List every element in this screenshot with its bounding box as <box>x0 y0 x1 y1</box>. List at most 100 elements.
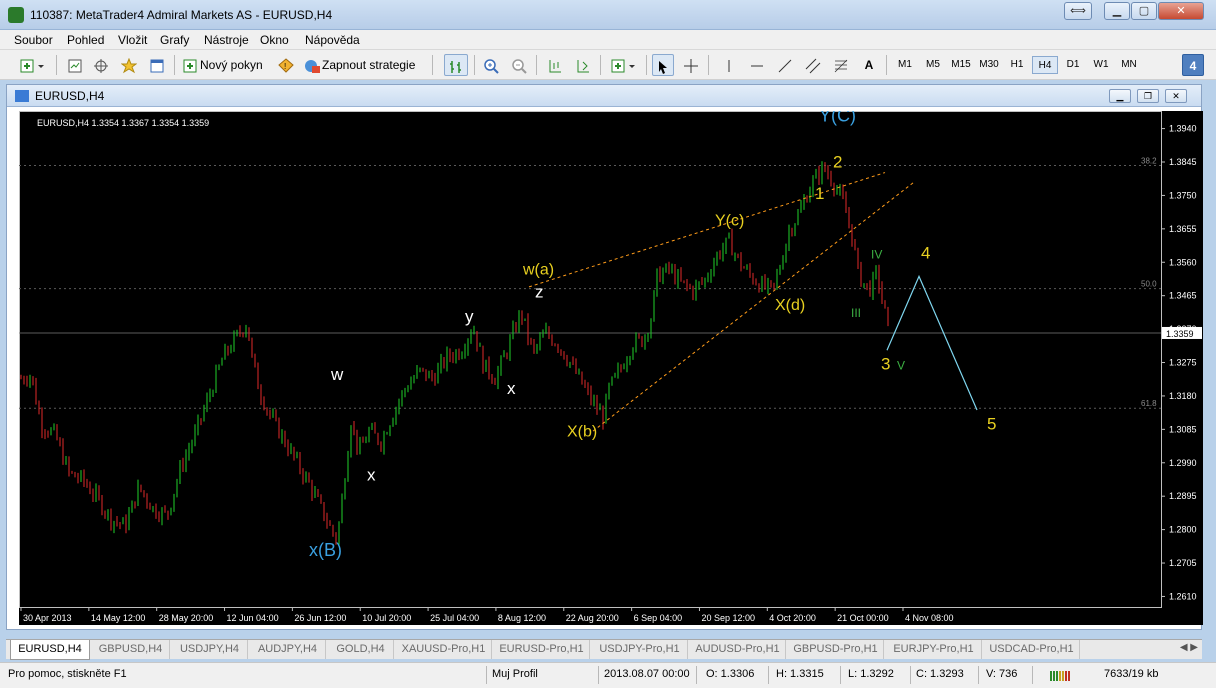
y-tick-label: 1.2610 <box>1169 591 1197 601</box>
new-chart-button[interactable] <box>16 54 50 76</box>
timeframe-d1[interactable]: D1 <box>1060 56 1086 74</box>
connection-bars-icon <box>1050 671 1070 681</box>
tab-scroll-arrows[interactable]: ◀ ▶ <box>1180 642 1198 653</box>
timeframe-mn[interactable]: MN <box>1116 56 1142 74</box>
chart-close-button[interactable]: ✕ <box>1165 89 1187 103</box>
x-tick-label: 28 May 20:00 <box>159 613 214 623</box>
tab-audusd-pro-h1[interactable]: AUDUSD-Pro,H1 <box>690 640 786 659</box>
tab-xauusd-pro-h1[interactable]: XAUUSD-Pro,H1 <box>396 640 492 659</box>
navigator-button[interactable] <box>118 54 140 76</box>
text-tool-button[interactable]: A <box>858 54 880 76</box>
equidistant-channel-button[interactable] <box>802 54 824 76</box>
autotrading-button[interactable]: Zapnout strategie <box>302 54 424 76</box>
auto-scroll-button[interactable] <box>544 54 566 76</box>
tab-usdcad-pro-h1[interactable]: USDCAD-Pro,H1 <box>984 640 1080 659</box>
autotrading-label: Zapnout strategie <box>322 58 416 72</box>
bar-chart-button[interactable] <box>444 54 468 76</box>
tab-gold-h4[interactable]: GOLD,H4 <box>328 640 394 659</box>
vertical-line-button[interactable] <box>718 54 740 76</box>
timeframe-m5[interactable]: M5 <box>920 56 946 74</box>
fibonacci-button[interactable] <box>830 54 852 76</box>
maximize-button[interactable]: ▢ <box>1131 2 1157 20</box>
x-tick-label: 12 Jun 04:00 <box>227 613 279 623</box>
menu-bar: Soubor Pohled Vložit Grafy Nástroje Okno… <box>0 30 1216 50</box>
window-title: 110387: MetaTrader4 Admiral Markets AS -… <box>30 8 333 22</box>
x-tick-label: 20 Sep 12:00 <box>701 613 755 623</box>
status-separator <box>1032 666 1033 684</box>
menu-vlozit[interactable]: Vložit <box>118 33 147 47</box>
timeframe-w1[interactable]: W1 <box>1088 56 1114 74</box>
timeframe-h4[interactable]: H4 <box>1032 56 1058 74</box>
menu-okno[interactable]: Okno <box>260 33 289 47</box>
tab-eurusd-pro-h1[interactable]: EURUSD-Pro,H1 <box>494 640 590 659</box>
tab-audjpy-h4[interactable]: AUDJPY,H4 <box>250 640 326 659</box>
y-tick-label: 1.3275 <box>1169 358 1197 368</box>
alert-button[interactable]: ! <box>276 54 296 76</box>
trendline <box>528 172 886 288</box>
price-chart-svg[interactable]: 38.2 50.0 61.8 Y(C) 21 Y(c) IV 4 w(a) z X(d) III y 3… <box>19 111 1203 625</box>
title-bar: 110387: MetaTrader4 Admiral Markets AS -… <box>0 0 1216 30</box>
terminal-button[interactable] <box>146 54 168 76</box>
wave-label: 4 <box>921 244 930 263</box>
trendline-icon <box>778 59 792 73</box>
status-separator <box>486 666 487 684</box>
status-separator <box>978 666 979 684</box>
timeframe-m1[interactable]: M1 <box>892 56 918 74</box>
menu-pohled[interactable]: Pohled <box>67 33 104 47</box>
horizontal-line-button[interactable] <box>746 54 768 76</box>
chart-restore-button[interactable]: ❐ <box>1137 89 1159 103</box>
chart-shift-button[interactable] <box>572 54 594 76</box>
status-profile: Muj Profil <box>492 668 538 680</box>
toolbar-separator <box>432 55 433 75</box>
status-high: H: 1.3315 <box>776 668 824 680</box>
trendline-button[interactable] <box>774 54 796 76</box>
expert-advisor-icon <box>305 59 320 73</box>
menu-soubor[interactable]: Soubor <box>14 33 53 47</box>
y-tick-label: 1.3180 <box>1169 391 1197 401</box>
status-bar: Pro pomoc, stiskněte F1 Muj Profil 2013.… <box>0 662 1216 688</box>
resize-arrows-button[interactable]: ⟺ <box>1064 2 1092 20</box>
price-chart[interactable]: 38.2 50.0 61.8 Y(C) 2 1 Y(c) IV 4 w(a) z X(d) III y 3… <box>19 111 1203 625</box>
zoom-out-button[interactable] <box>508 54 530 76</box>
tab-gbpusd-h4[interactable]: GBPUSD,H4 <box>92 640 170 659</box>
metatrader-app-icon <box>8 7 24 23</box>
zoom-in-button[interactable] <box>480 54 502 76</box>
crosshair-tool-button[interactable] <box>680 54 702 76</box>
cursor-tool-button[interactable] <box>652 54 674 76</box>
market-watch-button[interactable] <box>90 54 112 76</box>
chart-tabs: EURUSD,H4 GBPUSD,H4 USDJPY,H4 AUDJPY,H4 … <box>6 639 1202 660</box>
indicators-button[interactable] <box>608 54 640 76</box>
timeframe-m15[interactable]: M15 <box>948 56 974 74</box>
tab-eurusd-h4[interactable]: EURUSD,H4 <box>10 640 90 660</box>
timeframe-h1[interactable]: H1 <box>1004 56 1030 74</box>
menu-nastroje[interactable]: Nástroje <box>204 33 249 47</box>
chart-minimize-button[interactable]: ▁ <box>1109 89 1131 103</box>
minimize-button[interactable]: ▁ <box>1104 2 1130 20</box>
tab-usdjpy-pro-h1[interactable]: USDJPY-Pro,H1 <box>592 640 688 659</box>
status-open: O: 1.3306 <box>706 668 755 680</box>
x-tick-label: 22 Aug 20:00 <box>566 613 619 623</box>
new-order-button[interactable]: Nový pokyn <box>182 54 272 76</box>
tab-gbpusd-pro-h1[interactable]: GBPUSD-Pro,H1 <box>788 640 884 659</box>
toolbar-separator <box>474 55 475 75</box>
menu-napoveda[interactable]: Nápověda <box>305 33 360 47</box>
wave-label: x <box>507 379 516 398</box>
y-tick-label: 1.3845 <box>1169 157 1197 167</box>
chart-shift-icon <box>577 59 589 73</box>
profiles-button[interactable] <box>64 54 86 76</box>
close-button[interactable]: ✕ <box>1158 2 1204 20</box>
timeframe-m30[interactable]: M30 <box>976 56 1002 74</box>
x-tick-label: 4 Nov 08:00 <box>905 613 954 623</box>
new-order-icon <box>183 59 197 73</box>
tab-usdjpy-h4[interactable]: USDJPY,H4 <box>172 640 248 659</box>
x-tick-label: 4 Oct 20:00 <box>769 613 816 623</box>
tab-eurjpy-pro-h1[interactable]: EURJPY-Pro,H1 <box>886 640 982 659</box>
notification-badge[interactable]: 4 <box>1182 54 1204 76</box>
fibonacci-level-label: 38.2 <box>1141 157 1157 166</box>
x-tick-label: 10 Jul 20:00 <box>362 613 411 623</box>
y-tick-label: 1.3465 <box>1169 291 1197 301</box>
fibonacci-level-label: 61.8 <box>1141 399 1157 408</box>
wave-label: V <box>897 359 905 373</box>
menu-grafy[interactable]: Grafy <box>160 33 189 47</box>
fibonacci-level-label: 50.0 <box>1141 280 1157 289</box>
